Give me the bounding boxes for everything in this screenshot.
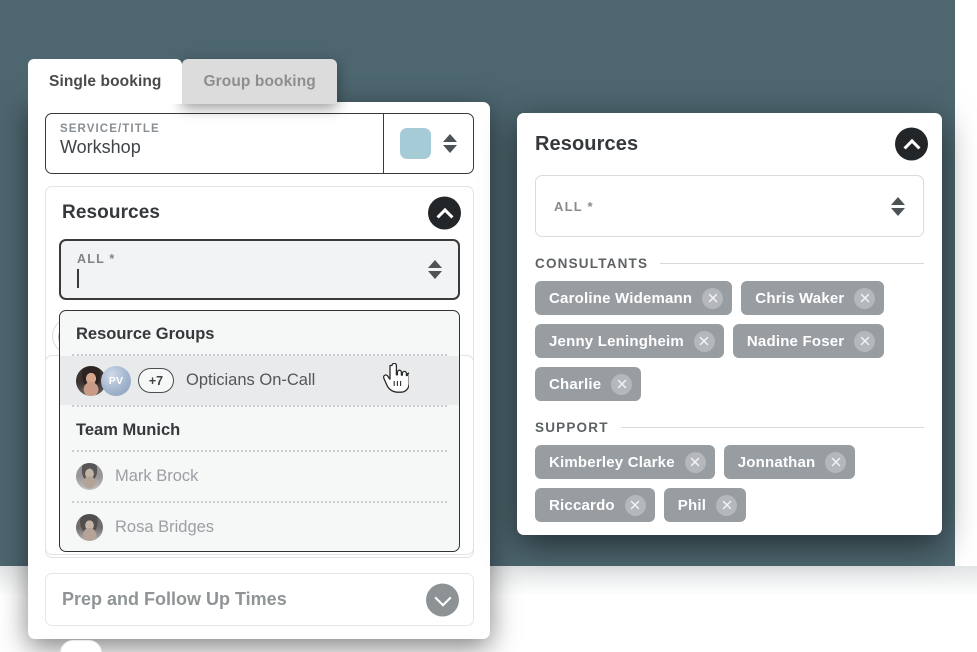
- group-header-label: SUPPORT: [535, 420, 609, 435]
- chip-label: Phil: [677, 496, 707, 514]
- service-title-label: SERVICE/TITLE: [60, 123, 160, 135]
- right-resource-select-label: ALL *: [554, 198, 594, 214]
- color-swatch[interactable]: [400, 128, 431, 159]
- chevron-down-icon: [434, 589, 451, 607]
- resource-select-label: ALL *: [77, 251, 116, 266]
- resource-select-inner: ALL *: [77, 252, 428, 288]
- dropdown-item-avatars: [76, 463, 103, 490]
- close-x-icon[interactable]: [684, 451, 706, 473]
- chip-label: Jonnathan: [737, 453, 816, 471]
- dropdown-item-opticians-on-call[interactable]: PV +7 Opticians On-Call: [60, 356, 459, 405]
- dropdown-group-title-team-munich: Team Munich: [76, 421, 181, 439]
- chip[interactable]: Charlie: [535, 367, 642, 401]
- close-x-icon[interactable]: [611, 373, 633, 395]
- right-resources-title: Resources: [535, 132, 639, 155]
- avatar: [76, 463, 103, 490]
- chip-label: Riccardo: [549, 496, 615, 514]
- chip-list-support: Kimberley Clarke Jonnathan Riccardo Phil: [535, 445, 924, 522]
- resource-select-input[interactable]: ALL *: [59, 239, 460, 300]
- close-x-icon[interactable]: [854, 330, 876, 352]
- group-header-support: SUPPORT: [535, 420, 924, 435]
- chip[interactable]: Kimberley Clarke: [535, 445, 715, 479]
- left-resources-collapse-button[interactable]: [428, 196, 461, 230]
- resource-dropdown-list[interactable]: Resource Groups PV +7 Opticians On-Call …: [59, 310, 460, 552]
- chip-label: Charlie: [549, 375, 602, 393]
- dropdown-item-avatars: [76, 514, 103, 541]
- right-resources-collapse-button[interactable]: [895, 127, 928, 161]
- bottom-partial-control[interactable]: [60, 640, 102, 652]
- avatar: [76, 514, 103, 541]
- dropdown-item-avatars: PV +7: [76, 365, 174, 396]
- service-title-value: Workshop: [60, 137, 141, 157]
- stepper-updown-icon[interactable]: [891, 196, 905, 216]
- left-resources-header: Resources: [46, 187, 475, 239]
- dropdown-item-rosa-bridges[interactable]: Rosa Bridges: [60, 503, 459, 551]
- tab-group-booking[interactable]: Group booking: [182, 59, 337, 104]
- chip[interactable]: Phil: [663, 488, 747, 522]
- close-x-icon[interactable]: [825, 451, 847, 473]
- group-header-consultants: CONSULTANTS: [535, 256, 924, 271]
- chevron-up-icon: [436, 207, 453, 225]
- resources-summary-panel: Resources ALL * CONSULTANTS Caroline Wid…: [517, 113, 942, 535]
- service-title-text-area[interactable]: SERVICE/TITLE Workshop: [46, 114, 383, 173]
- close-x-icon[interactable]: [624, 494, 646, 516]
- dropdown-item-mark-brock[interactable]: Mark Brock: [60, 452, 459, 501]
- chip[interactable]: Nadine Foser: [732, 324, 885, 358]
- text-caret: [77, 268, 79, 288]
- close-x-icon[interactable]: [716, 494, 738, 516]
- group-header-label: CONSULTANTS: [535, 256, 649, 271]
- group-header-rule: [620, 427, 924, 428]
- chip-label: Jenny Leningheim: [549, 332, 684, 350]
- chevron-up-icon: [903, 138, 920, 156]
- right-resource-select[interactable]: ALL *: [535, 175, 924, 237]
- chip[interactable]: Jonnathan: [723, 445, 856, 479]
- dropdown-item-label: Rosa Bridges: [115, 518, 215, 536]
- close-x-icon[interactable]: [854, 287, 876, 309]
- service-title-field[interactable]: SERVICE/TITLE Workshop: [45, 113, 474, 174]
- close-x-icon[interactable]: [693, 330, 715, 352]
- dropdown-item-label: Opticians On-Call: [186, 371, 316, 389]
- stepper-updown-icon[interactable]: [428, 260, 442, 279]
- chip[interactable]: Chris Waker: [741, 281, 885, 315]
- avatar-overflow-badge: +7: [138, 368, 174, 393]
- chip[interactable]: Caroline Widemann: [535, 281, 733, 315]
- right-white-strip: [955, 0, 977, 566]
- tab-single-booking[interactable]: Single booking: [28, 59, 183, 104]
- chip-list-consultants: Caroline Widemann Chris Waker Jenny Leni…: [535, 281, 924, 401]
- chip-label: Caroline Widemann: [549, 289, 693, 307]
- tab-single-booking-label: Single booking: [49, 72, 162, 90]
- chip[interactable]: Riccardo: [535, 488, 655, 522]
- booking-tabs: Single booking Group booking: [28, 59, 337, 104]
- tab-group-booking-label: Group booking: [203, 72, 316, 90]
- left-resources-title: Resources: [62, 202, 161, 223]
- dropdown-item-label: Mark Brock: [115, 467, 199, 485]
- chip[interactable]: Jenny Leningheim: [535, 324, 724, 358]
- prep-follow-up-section[interactable]: Prep and Follow Up Times: [45, 573, 474, 626]
- prep-follow-up-label: Prep and Follow Up Times: [62, 589, 287, 609]
- chip-label: Nadine Foser: [746, 332, 845, 350]
- stepper-updown-icon[interactable]: [443, 134, 457, 153]
- avatar-initials: PV: [101, 365, 131, 396]
- chip-label: Chris Waker: [755, 289, 845, 307]
- right-resources-header: Resources: [517, 113, 942, 175]
- chip-label: Kimberley Clarke: [549, 453, 675, 471]
- close-x-icon[interactable]: [702, 287, 724, 309]
- prep-follow-up-expand-button[interactable]: [426, 583, 459, 616]
- dropdown-group-title-resource-groups: Resource Groups: [76, 325, 215, 343]
- group-header-rule: [660, 263, 924, 264]
- service-color-picker[interactable]: [383, 114, 473, 173]
